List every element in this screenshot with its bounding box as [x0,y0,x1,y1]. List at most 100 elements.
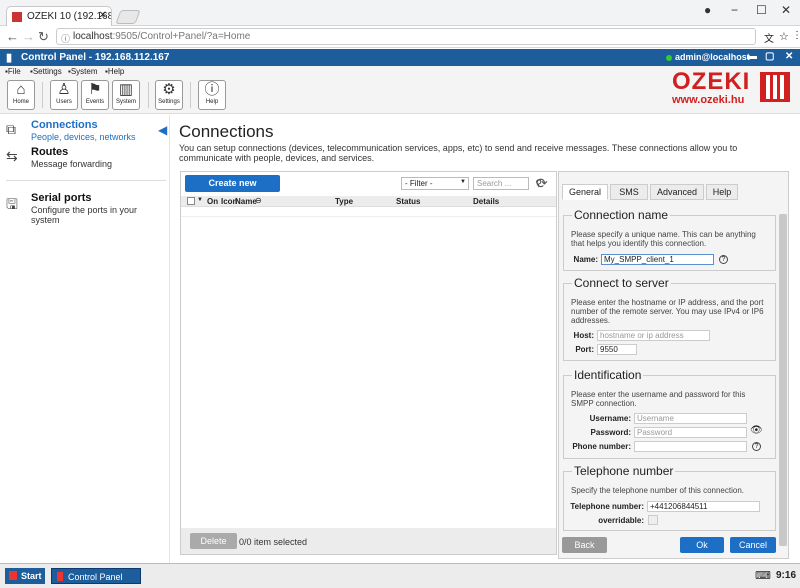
toolbar-divider [190,82,191,108]
sidebar-item-serial-ports[interactable]: 🖫 Serial ports Configure the ports in yo… [6,192,166,225]
help-icon[interactable]: ? [719,255,728,264]
app-icon [57,572,63,581]
menu-settings[interactable]: ▪Settings [30,67,62,76]
new-tab-button[interactable] [115,10,141,24]
ok-button[interactable]: Ok [680,537,724,553]
section-title: Telephone number [572,464,676,478]
refresh-icon[interactable]: ⟳ [536,175,548,192]
events-button[interactable]: ⚑ Events [81,80,109,110]
online-status-icon [666,55,672,61]
telephone-number-section: Telephone number Specify the telephone n… [563,464,776,531]
info-icon: ⓘ [61,34,71,44]
url-path: :9505/Control+Panel/?a=Home [112,31,251,42]
phone-number-field[interactable] [634,441,747,452]
search-input[interactable]: Search ... ⚲ [473,177,542,190]
maximize-icon[interactable]: ▢ [765,51,774,62]
reload-icon[interactable]: ↻ [38,29,49,45]
tab-general[interactable]: General [562,184,608,200]
toolbar-divider [148,82,149,108]
host-label: Host: [573,331,594,340]
tab-advanced[interactable]: Advanced [650,184,704,200]
back-button[interactable]: Back [562,537,607,553]
section-help: Please enter the username and password f… [571,390,746,408]
home-button[interactable]: ⌂ Home [7,80,35,110]
username-label: Username: [589,414,631,423]
minimize-icon[interactable]: − [731,3,738,17]
list-footer: Delete 0/0 item selected [181,528,556,554]
start-logo-icon [9,571,17,580]
help-icon[interactable]: ? [752,442,761,451]
users-button[interactable]: ♙ Users [50,80,78,110]
back-arrow-icon[interactable]: ← [6,29,19,44]
password-label: Password: [590,428,631,437]
sort-icon[interactable]: ⊖ [255,196,262,205]
sidebar-item-routes[interactable]: ⇆ Routes Message forwarding [6,146,166,169]
star-icon[interactable]: ☆ [779,30,789,43]
minimize-icon[interactable]: ▬ [747,51,757,62]
column-name[interactable]: Name [235,197,257,206]
menu-file[interactable]: ▪File [5,67,21,76]
menu-system[interactable]: ▪System [68,67,98,76]
cancel-button[interactable]: Cancel [730,537,776,553]
app-logo-icon: ▮ [6,52,13,64]
sidebar-item-connections[interactable]: ⧉ Connections People, devices, networks [6,119,166,142]
browser-tab[interactable]: OZEKI 10 (192.168.112.16 ✕ [6,6,112,26]
tab-sms[interactable]: SMS [610,184,648,200]
address-bar: ← → ↻ ⓘ localhost:9505/Control+Panel/?a=… [0,26,800,48]
chevron-down-icon[interactable]: ▼ [197,197,203,203]
close-icon[interactable]: ✕ [785,51,793,62]
active-indicator-icon: ◀ [158,123,168,137]
maximize-icon[interactable]: ☐ [756,3,767,17]
app-title: Control Panel - 192.168.112.167 [21,52,170,63]
keyboard-icon[interactable]: ⌨ [755,569,771,582]
column-details[interactable]: Details [473,197,499,206]
settings-button[interactable]: ⚙ Settings [155,80,183,110]
host-field[interactable]: hostname or ip address [597,330,710,341]
username-field[interactable]: Username [634,413,747,424]
ozeki-url: www.ozeki.hu [672,94,745,106]
url-host: localhost [73,31,113,42]
url-field[interactable]: ⓘ localhost:9505/Control+Panel/?a=Home [56,28,756,45]
ozeki-logo-mark [760,72,790,102]
account-icon[interactable]: ● [704,3,711,17]
section-title: Connection name [572,208,671,222]
menu-help[interactable]: ▪Help [105,67,124,76]
connection-form-panel: General SMS Advanced Help Connection nam… [558,171,789,559]
create-connection-button[interactable]: Create new Connection [185,175,280,205]
name-field[interactable]: My_SMPP_client_1 [601,254,714,265]
column-on[interactable]: On [207,197,218,206]
password-field[interactable]: Password [634,427,747,438]
translate-icon[interactable]: 文 [764,30,774,45]
favicon-icon [12,12,22,22]
telephone-number-label: Telephone number: [570,502,644,511]
connection-name-section: Connection name Please specify a unique … [563,208,776,271]
form-scrollbar[interactable] [779,214,787,546]
overridable-checkbox[interactable] [648,515,658,525]
home-icon: ⌂ [16,81,26,98]
port-label: Port: [575,345,594,354]
connect-to-server-section: Connect to server Please enter the hostn… [563,276,776,361]
user-name[interactable]: admin@localhost [675,52,750,62]
sidebar-item-label: Routes [31,146,69,158]
port-field[interactable]: 9550 [597,344,637,355]
section-help: Please specify a unique name. This can b… [571,230,756,248]
close-tab-icon[interactable]: ✕ [99,10,107,21]
delete-button[interactable]: Delete [190,533,237,549]
forward-arrow-icon[interactable]: → [22,29,35,44]
filter-select[interactable]: - Filter - ▼ [401,177,469,190]
browser-tab-bar: OZEKI 10 (192.168.112.16 ✕ ● − ☐ ✕ [0,0,800,26]
system-button[interactable]: ▥ System [112,80,140,110]
select-all-checkbox[interactable] [187,197,195,205]
sidebar-item-subtitle: Message forwarding [31,159,113,169]
flag-icon: ⚑ [88,81,102,98]
start-button[interactable]: Start [5,568,45,584]
tab-help[interactable]: Help [706,184,738,200]
menu-icon[interactable]: ⋮ [792,30,800,41]
help-button[interactable]: ⓘ Help [198,80,226,110]
column-type[interactable]: Type [335,197,353,206]
telephone-number-field[interactable]: +441206844511 [647,501,760,512]
close-window-icon[interactable]: ✕ [781,3,791,17]
column-status[interactable]: Status [396,197,420,206]
taskbar-control-panel[interactable]: Control Panel [51,568,141,584]
eye-icon[interactable]: 👁 [750,425,763,436]
